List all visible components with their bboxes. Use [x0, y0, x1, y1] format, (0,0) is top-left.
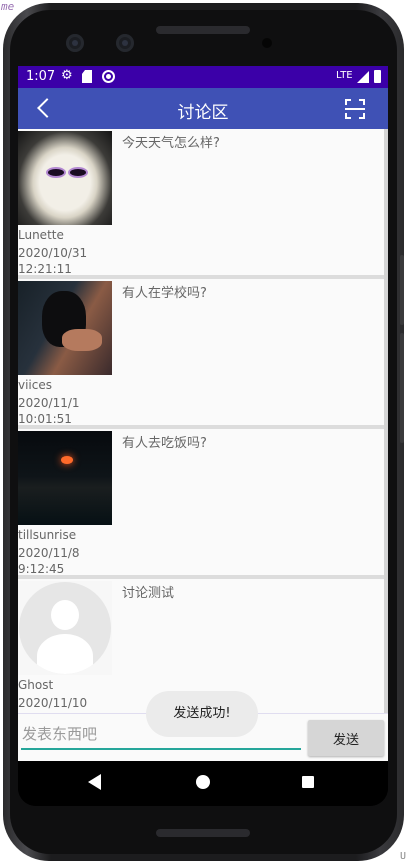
page-title: 讨论区 — [177, 103, 229, 123]
scrollbar[interactable] — [384, 129, 388, 713]
scan-line-icon — [345, 108, 365, 110]
post-datetime: 2020/11/10 — [18, 695, 87, 711]
default-avatar-icon — [19, 582, 111, 674]
scan-corner-icon — [345, 99, 351, 105]
earpiece-speaker — [156, 26, 250, 34]
avatar-head — [51, 600, 79, 630]
avatar — [18, 581, 112, 675]
nav-home-icon[interactable] — [196, 775, 210, 789]
post-username: viices — [18, 378, 53, 392]
avatar — [18, 431, 112, 525]
post-time: 9:12:45 — [18, 562, 65, 576]
network-type: LTE — [336, 70, 353, 81]
power-button — [400, 255, 404, 325]
sunglasses-icon — [68, 167, 88, 178]
post-datetime: 2020/11/1 10:01:51 — [18, 395, 80, 427]
volume-button — [400, 333, 404, 443]
bottom-speaker — [156, 829, 250, 837]
scan-corner-icon — [359, 99, 365, 105]
front-camera-2-icon — [116, 34, 134, 52]
gear-icon: ⚙ — [61, 68, 73, 83]
post-datetime: 2020/10/31 12:21:11 — [18, 245, 87, 277]
sunglasses-icon — [46, 167, 66, 178]
post-time: 12:21:11 — [18, 262, 72, 276]
post-date: 2020/11/8 — [18, 546, 80, 560]
battery-icon — [374, 70, 381, 83]
signal-icon — [357, 71, 369, 83]
sync-icon — [102, 70, 115, 83]
avatar-body — [37, 634, 93, 674]
editor-hint-text: me — [1, 0, 15, 13]
avatar — [18, 131, 112, 225]
list-item[interactable]: 有人去吃饭吗? tillsunrise 2020/11/8 9:12:45 — [18, 429, 384, 579]
post-text: 有人在学校吗? — [122, 286, 207, 301]
post-date: 2020/10/31 — [18, 246, 88, 260]
proximity-sensor — [262, 38, 272, 48]
scan-corner-icon — [359, 113, 365, 119]
nav-back-icon[interactable] — [88, 774, 101, 790]
post-datetime: 2020/11/8 9:12:45 — [18, 545, 80, 577]
list-item[interactable]: 今天天气怎么样? Lunette 2020/10/31 12:21:11 — [18, 129, 384, 279]
toast-message: 发送成功! — [146, 691, 258, 737]
post-text: 讨论测试 — [122, 586, 175, 601]
post-username: Ghost — [18, 678, 54, 692]
post-time: 10:01:51 — [18, 412, 72, 426]
front-camera-icon — [66, 34, 84, 52]
avatar — [18, 281, 112, 375]
status-time: 1:07 — [26, 69, 56, 84]
post-list[interactable]: 今天天气怎么样? Lunette 2020/10/31 12:21:11 有人在… — [18, 129, 388, 713]
app-bar: 讨论区 — [18, 88, 388, 129]
hand-figure — [62, 329, 102, 351]
sd-card-icon — [82, 70, 92, 83]
post-text: 今天天气怎么样? — [122, 136, 220, 151]
post-username: Lunette — [18, 228, 64, 242]
scan-button[interactable] — [344, 98, 366, 120]
send-button[interactable]: 发送 — [308, 720, 384, 756]
sun-figure — [61, 456, 73, 464]
post-username: tillsunrise — [18, 528, 77, 542]
editor-corner-hint: U — [399, 851, 406, 862]
list-item[interactable]: 有人在学校吗? viices 2020/11/1 10:01:51 — [18, 279, 384, 429]
device-screen: 1:07 ⚙ LTE 讨论区 今天天气怎么样? Lunette 2020/10/ — [18, 66, 388, 806]
post-date: 2020/11/10 — [18, 696, 88, 710]
nav-recents-icon[interactable] — [302, 776, 314, 788]
post-date: 2020/11/1 — [18, 396, 80, 410]
post-text: 有人去吃饭吗? — [122, 436, 207, 451]
status-bar: 1:07 ⚙ LTE — [18, 66, 388, 88]
scan-corner-icon — [345, 113, 351, 119]
nav-bar — [18, 761, 388, 806]
